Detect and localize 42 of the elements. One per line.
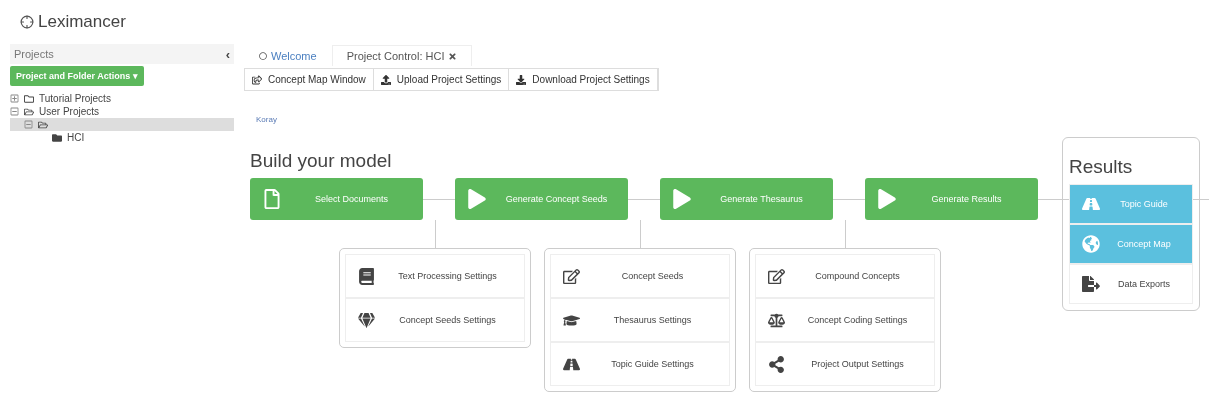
settings-item[interactable]: Topic Guide Settings: [550, 342, 730, 386]
external-window-icon: [252, 74, 262, 85]
tab[interactable]: Project Control: HCI: [331, 45, 473, 66]
results-item[interactable]: Data Exports: [1069, 264, 1193, 304]
tree-item[interactable]: Tutorial Projects: [39, 93, 111, 104]
settings-item[interactable]: Concept Seeds: [550, 254, 730, 298]
settings-item[interactable]: Concept Coding Settings: [755, 298, 935, 342]
scales-icon: [768, 311, 785, 329]
edit-icon: [563, 267, 580, 285]
settings-item[interactable]: Concept Seeds Settings: [345, 298, 525, 342]
results-title: Results: [1069, 156, 1134, 178]
play-icon: [877, 189, 897, 209]
folder-icon: [24, 93, 34, 104]
logo-icon: [20, 15, 34, 29]
settings-item[interactable]: Compound Concepts: [755, 254, 935, 298]
settings-item[interactable]: Project Output Settings: [755, 342, 935, 386]
tab[interactable]: Welcome: [244, 45, 332, 66]
app-logo: Leximancer: [38, 12, 126, 32]
tree-item[interactable]: User Projects: [39, 106, 99, 117]
road-icon: [1082, 195, 1100, 213]
play-icon: [467, 189, 487, 209]
folder-icon: [24, 106, 34, 117]
collapse-button[interactable]: ‹: [225, 46, 230, 62]
edit-icon: [768, 267, 785, 285]
play-icon: [672, 189, 692, 209]
share-icon: [768, 355, 785, 373]
gem-icon: [358, 311, 375, 329]
section-title: Build your model: [250, 150, 392, 172]
book-icon: [358, 267, 375, 285]
upload-icon: [380, 74, 391, 85]
breadcrumb-link[interactable]: Koray: [256, 115, 277, 124]
export-icon: [1082, 275, 1100, 293]
folder-icon: [38, 119, 48, 130]
globe-icon: [1082, 235, 1100, 253]
settings-item[interactable]: Thesaurus Settings: [550, 298, 730, 342]
sidebar-title: Projects: [14, 48, 54, 60]
document-icon: [262, 189, 282, 209]
download-icon: [516, 74, 527, 85]
close-icon[interactable]: [448, 51, 458, 61]
settings-item[interactable]: Text Processing Settings: [345, 254, 525, 298]
tree-item[interactable]: HCI: [67, 132, 85, 143]
expand-icon[interactable]: [10, 94, 19, 103]
